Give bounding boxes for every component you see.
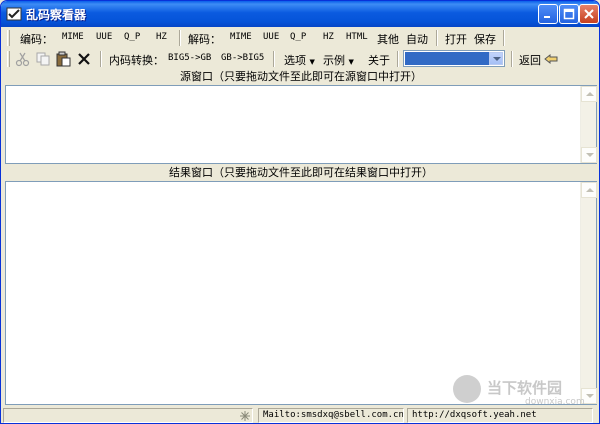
status-bar: Mailto:smsdxq@sbell.com.cn http://dxqsof…	[3, 406, 599, 423]
minimize-button[interactable]	[538, 4, 558, 24]
homepage-link[interactable]: http://dxqsoft.yeah.net	[407, 408, 593, 423]
encode-hz-button[interactable]: HZ	[156, 32, 167, 42]
edit-toolbar: 内码转换： BIG5->GB GB->BIG5 选项 ▼ 示例 ▼ 关于 返回	[3, 48, 599, 70]
toolbar-separator	[511, 51, 513, 67]
toolbar-separator	[100, 51, 102, 67]
status-cell-empty	[3, 408, 253, 423]
paste-icon[interactable]	[55, 51, 71, 67]
title-bar[interactable]: 乱码察看器	[1, 1, 599, 27]
back-label[interactable]: 返回	[519, 52, 541, 68]
close-button[interactable]	[579, 4, 599, 24]
delete-icon[interactable]	[76, 51, 92, 67]
big5-to-gb-button[interactable]: BIG5->GB	[168, 53, 211, 63]
back-hand-icon[interactable]	[543, 51, 559, 67]
scroll-up-icon[interactable]	[581, 86, 597, 102]
copy-icon[interactable]	[35, 51, 51, 67]
charset-select[interactable]	[403, 50, 505, 67]
watermark-main-text: 当下软件园	[487, 379, 563, 397]
result-scrollbar[interactable]	[580, 182, 597, 404]
convert-label: 内码转换：	[109, 54, 164, 67]
mailto-link[interactable]: Mailto:smsdxq@sbell.com.cn	[258, 408, 404, 423]
gb-to-big5-button[interactable]: GB->BIG5	[221, 53, 264, 63]
open-button[interactable]: 打开	[445, 31, 467, 47]
chevron-down-icon: ▼	[309, 58, 315, 66]
maximize-icon	[563, 8, 575, 20]
window-title: 乱码察看器	[26, 8, 87, 22]
toolbar-grip[interactable]	[7, 51, 10, 67]
encode-label: 编码：	[20, 33, 53, 46]
close-icon	[584, 9, 594, 19]
decode-label: 解码：	[188, 33, 221, 46]
options-menu[interactable]: 选项 ▼	[284, 52, 315, 68]
sparkle-icon	[240, 411, 250, 421]
chevron-down-icon[interactable]	[489, 52, 503, 65]
scroll-up-icon[interactable]	[581, 182, 597, 198]
encode-uue-button[interactable]: UUE	[96, 32, 112, 42]
examples-label: 示例	[323, 54, 345, 67]
app-icon	[6, 7, 22, 21]
source-textarea[interactable]	[5, 85, 597, 164]
chevron-down-icon: ▼	[348, 58, 354, 66]
decode-uue-button[interactable]: UUE	[263, 32, 279, 42]
toolbar-grip[interactable]	[7, 30, 10, 46]
decode-hz-button[interactable]: HZ	[323, 32, 334, 42]
minimize-icon	[544, 16, 550, 18]
decode-html-button[interactable]: HTML	[346, 32, 368, 42]
source-scrollbar[interactable]	[580, 86, 597, 163]
main-window: 乱码察看器 编码： MIME UUE Q_P HZ 解码： MIME UUE Q…	[0, 0, 600, 424]
toolbar-separator	[503, 30, 505, 46]
encode-mime-button[interactable]: MIME	[62, 32, 84, 42]
charset-selected-value	[405, 52, 489, 65]
save-button[interactable]: 保存	[474, 31, 496, 47]
about-button[interactable]: 关于	[368, 52, 390, 68]
toolbar-separator	[179, 30, 181, 46]
decode-qp-button[interactable]: Q_P	[290, 32, 306, 42]
source-pane-header: 源窗口（只要拖动文件至此即可在源窗口中打开）	[180, 70, 422, 83]
toolbar-separator	[397, 51, 399, 67]
decode-other-button[interactable]: 其他	[377, 31, 399, 47]
examples-menu[interactable]: 示例 ▼	[323, 52, 354, 68]
options-label: 选项	[284, 54, 306, 67]
scroll-down-icon[interactable]	[581, 147, 597, 163]
decode-auto-button[interactable]: 自动	[406, 31, 428, 47]
toolbar-separator	[273, 51, 275, 67]
result-textarea[interactable]	[5, 181, 597, 405]
download-icon	[453, 375, 481, 403]
maximize-button[interactable]	[559, 4, 579, 24]
result-pane-header: 结果窗口（只要拖动文件至此即可在结果窗口中打开）	[169, 166, 433, 179]
toolbar-separator	[436, 30, 438, 46]
encode-toolbar: 编码： MIME UUE Q_P HZ 解码： MIME UUE Q_P HZ …	[3, 27, 599, 49]
decode-mime-button[interactable]: MIME	[230, 32, 252, 42]
encode-qp-button[interactable]: Q_P	[124, 32, 140, 42]
cut-icon[interactable]	[15, 51, 31, 67]
